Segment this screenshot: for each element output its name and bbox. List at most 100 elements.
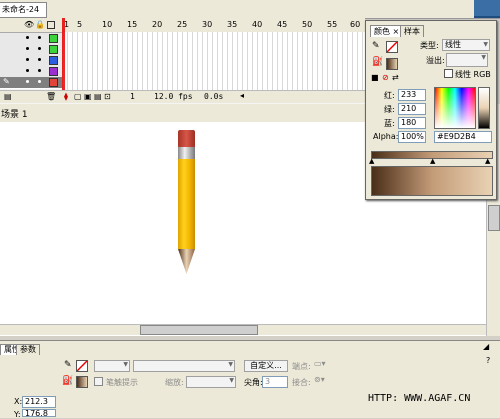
type-label: 类型:: [420, 41, 439, 50]
visible-dot[interactable]: [26, 36, 29, 39]
pencil-icon: ✎: [3, 77, 10, 86]
frame-number: 25: [177, 20, 188, 29]
fill-icon[interactable]: ⛽: [62, 376, 73, 386]
gradient-preview: [371, 166, 493, 196]
color-mixer-panel: 颜色 × 样本 ✎ ⛽ ■ ⊘ ⇄ 类型: 线性 溢出: 线性 RGB 红: 2…: [365, 20, 497, 200]
document-tabbar: [0, 0, 500, 19]
stroke-style-dropdown[interactable]: [133, 360, 235, 372]
vertical-scroll-thumb[interactable]: [488, 205, 500, 231]
center-frame-icon[interactable]: ⧫: [64, 92, 68, 101]
frame-number: 5: [77, 20, 83, 29]
gradient-stop-right[interactable]: ▲: [485, 157, 490, 165]
linear-rgb-label: 线性 RGB: [455, 70, 491, 79]
layer-color-swatch[interactable]: [49, 45, 58, 54]
lock-dot[interactable]: [38, 58, 41, 61]
lock-dot[interactable]: [38, 47, 41, 50]
frame-number: 40: [252, 20, 263, 29]
overflow-label: 溢出:: [426, 56, 445, 65]
onion-outline-icon[interactable]: ▣: [84, 92, 92, 101]
pencil-drawing[interactable]: [170, 128, 200, 278]
layer-row-selected[interactable]: ✎: [0, 77, 62, 89]
green-input[interactable]: 210: [398, 103, 426, 115]
frame-grid[interactable]: [62, 32, 365, 90]
visible-dot[interactable]: [26, 69, 29, 72]
playhead[interactable]: [62, 18, 65, 94]
miter-input[interactable]: 3: [262, 376, 288, 388]
visible-dot[interactable]: [26, 80, 29, 83]
overflow-dropdown[interactable]: [446, 53, 488, 67]
join-label: 接合:: [292, 378, 311, 387]
help-icon[interactable]: ?: [486, 356, 490, 365]
layer-color-swatch[interactable]: [49, 78, 58, 87]
y-label: Y:: [14, 410, 21, 419]
frame-rate: 12.0 fps: [154, 92, 193, 101]
scale-dropdown[interactable]: [186, 376, 236, 388]
frame-number: 15: [127, 20, 138, 29]
layer-color-swatch[interactable]: [49, 56, 58, 65]
outline-icon[interactable]: [47, 21, 55, 29]
linear-rgb-checkbox[interactable]: [444, 69, 453, 78]
endpoint-label: 端点:: [292, 362, 311, 371]
tab-color[interactable]: 颜色 ×: [370, 25, 404, 37]
lock-dot[interactable]: [38, 36, 41, 39]
blue-input[interactable]: 180: [398, 117, 426, 129]
stroke-icon[interactable]: ✎: [64, 360, 72, 370]
gradient-stop-left[interactable]: ▲: [369, 157, 374, 165]
stroke-color-swatch[interactable]: [386, 41, 398, 53]
swap-colors-icon[interactable]: ⇄: [392, 73, 399, 82]
fill-color-swatch[interactable]: [386, 58, 398, 70]
tab-parameters[interactable]: 参数: [16, 344, 40, 355]
custom-button[interactable]: 自定义...: [244, 360, 288, 372]
gradient-stop-middle[interactable]: ▲: [430, 157, 435, 165]
hex-input[interactable]: #E9D2B4: [434, 131, 492, 143]
timeline-status-bar: ⧫ ▢ ▣ ▤ ⊡ 1 12.0 fps 0.0s ◂: [62, 90, 365, 103]
brightness-slider[interactable]: [478, 87, 490, 129]
no-color-icon[interactable]: ⊘: [382, 73, 389, 82]
horizontal-scroll-thumb[interactable]: [140, 325, 258, 335]
frame-number: 30: [202, 20, 213, 29]
join-icon[interactable]: ⊚▾: [314, 375, 325, 384]
eye-icon[interactable]: 👁: [24, 20, 34, 29]
stroke-swatch[interactable]: [76, 360, 88, 372]
edit-multiple-icon[interactable]: ▤: [94, 92, 102, 101]
red-input[interactable]: 233: [398, 89, 426, 101]
x-label: X:: [14, 397, 23, 406]
cap-icon[interactable]: ▭▾: [314, 359, 326, 368]
stroke-width-dropdown[interactable]: [94, 360, 130, 372]
panel-collapse-icon[interactable]: ◢: [483, 342, 489, 351]
watermark-text: HTTP: WWW.AGAF.CN: [368, 393, 471, 404]
lock-icon[interactable]: 🔒: [35, 20, 45, 29]
fill-bucket-icon[interactable]: ⛽: [372, 57, 383, 67]
y-input[interactable]: 176.8: [22, 409, 56, 417]
green-label: 绿:: [384, 105, 395, 114]
onion-skin-icon[interactable]: ▢: [74, 92, 82, 101]
miter-label: 尖角:: [244, 378, 263, 387]
black-white-icon[interactable]: ■: [371, 73, 379, 82]
blue-label: 蓝:: [384, 119, 395, 128]
frame-number: 35: [227, 20, 238, 29]
alpha-label: Alpha:: [373, 132, 399, 141]
stroke-hint-label: 笔触提示: [106, 378, 138, 387]
layer-color-swatch[interactable]: [49, 34, 58, 43]
scene-label[interactable]: 场景 1: [1, 107, 28, 120]
lock-dot[interactable]: [38, 80, 41, 83]
fill-swatch[interactable]: [76, 376, 88, 388]
frame-number: 55: [327, 20, 338, 29]
x-input[interactable]: 212.3: [22, 396, 56, 408]
tab-swatches[interactable]: 样本: [400, 25, 424, 37]
stroke-color-icon[interactable]: ✎: [372, 41, 380, 51]
onion-markers-icon[interactable]: ⊡: [104, 92, 111, 101]
alpha-input[interactable]: 100%: [398, 131, 426, 143]
type-dropdown[interactable]: 线性: [442, 39, 490, 51]
scroll-left-icon[interactable]: ◂: [240, 91, 244, 100]
layer-color-swatch[interactable]: [49, 67, 58, 76]
red-label: 红:: [384, 91, 395, 100]
visible-dot[interactable]: [26, 58, 29, 61]
visible-dot[interactable]: [26, 47, 29, 50]
color-spectrum-picker[interactable]: [434, 87, 476, 129]
document-tab[interactable]: 未命名-24: [0, 2, 47, 18]
add-layer-icon[interactable]: ▤: [4, 92, 12, 101]
stroke-hint-checkbox[interactable]: [94, 377, 103, 386]
lock-dot[interactable]: [38, 69, 41, 72]
delete-layer-icon[interactable]: 🗑: [46, 92, 56, 101]
